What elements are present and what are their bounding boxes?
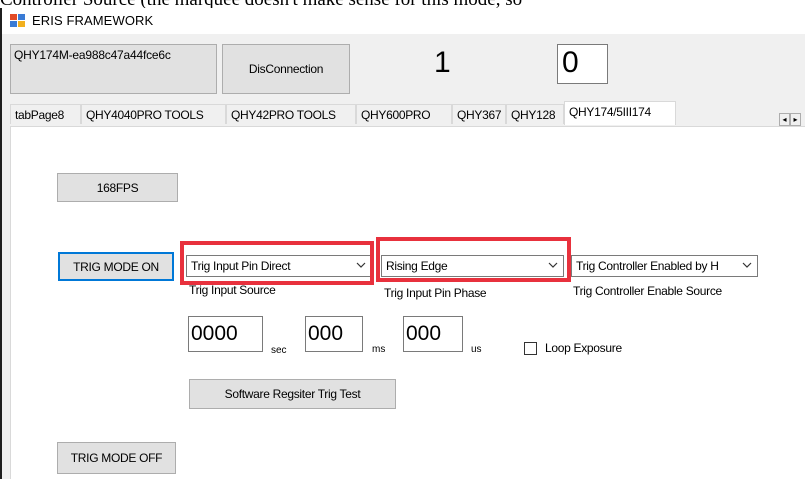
disconnect-button[interactable]: DisConnection: [222, 44, 350, 94]
loop-exposure-checkbox[interactable]: [524, 342, 537, 355]
loop-exposure-label: Loop Exposure: [545, 341, 622, 355]
tab-qhy367[interactable]: QHY367: [452, 104, 506, 124]
counter-input[interactable]: 0: [557, 44, 608, 84]
counter-label: 1: [434, 46, 451, 79]
fps-168-button[interactable]: 168FPS: [57, 173, 178, 202]
highlight-frame-phase: [376, 237, 571, 282]
tab-qhy128[interactable]: QHY128: [506, 104, 564, 124]
device-id-display: QHY174M-ea988c47a44fce6c: [10, 44, 217, 94]
tab-scroll-right-button[interactable]: ▸: [790, 113, 801, 126]
tab-scroll-left-button[interactable]: ◂: [779, 113, 790, 126]
time-milliseconds-input[interactable]: 000: [305, 316, 363, 352]
tab-strip: tabPage8 QHY4040PRO TOOLS QHY42PRO TOOLS…: [10, 101, 770, 126]
window-title: ERIS FRAMEWORK: [32, 13, 154, 28]
software-trig-test-button[interactable]: Software Regsiter Trig Test: [189, 379, 396, 409]
tab-qhy600pro[interactable]: QHY600PRO: [356, 104, 452, 124]
window-left-edge: [0, 8, 2, 479]
clipped-instruction-text: Controller Source (the marquee doesn't m…: [0, 0, 805, 8]
tab-qhy4040pro-tools[interactable]: QHY4040PRO TOOLS: [81, 104, 226, 124]
seconds-unit-label: sec: [271, 345, 287, 356]
trig-controller-select[interactable]: Trig Controller Enabled by H: [571, 255, 758, 277]
highlight-frame-source: [180, 241, 374, 285]
trig-mode-off-button[interactable]: TRIG MODE OFF: [57, 442, 176, 474]
trig-controller-caption: Trig Controller Enable Source: [573, 284, 722, 298]
chevron-down-icon: [742, 262, 752, 268]
tab-qhy174[interactable]: QHY174/5III174: [564, 101, 676, 125]
tab-tabpage8[interactable]: tabPage8: [10, 104, 81, 124]
trig-input-source-caption: Trig Input Source: [189, 283, 276, 297]
time-microseconds-input[interactable]: 000: [403, 316, 463, 352]
trig-controller-value: Trig Controller Enabled by H: [576, 259, 719, 273]
milliseconds-unit-label: ms: [372, 344, 386, 355]
tab-qhy42pro-tools[interactable]: QHY42PRO TOOLS: [226, 104, 356, 124]
title-bar: ERIS FRAMEWORK: [2, 8, 805, 34]
microseconds-unit-label: us: [471, 344, 482, 355]
app-icon: [10, 14, 25, 27]
trig-input-phase-caption: Trig Input Pin Phase: [384, 286, 487, 300]
trig-mode-on-button[interactable]: TRIG MODE ON: [58, 252, 174, 281]
time-seconds-input[interactable]: 0000: [188, 316, 263, 352]
